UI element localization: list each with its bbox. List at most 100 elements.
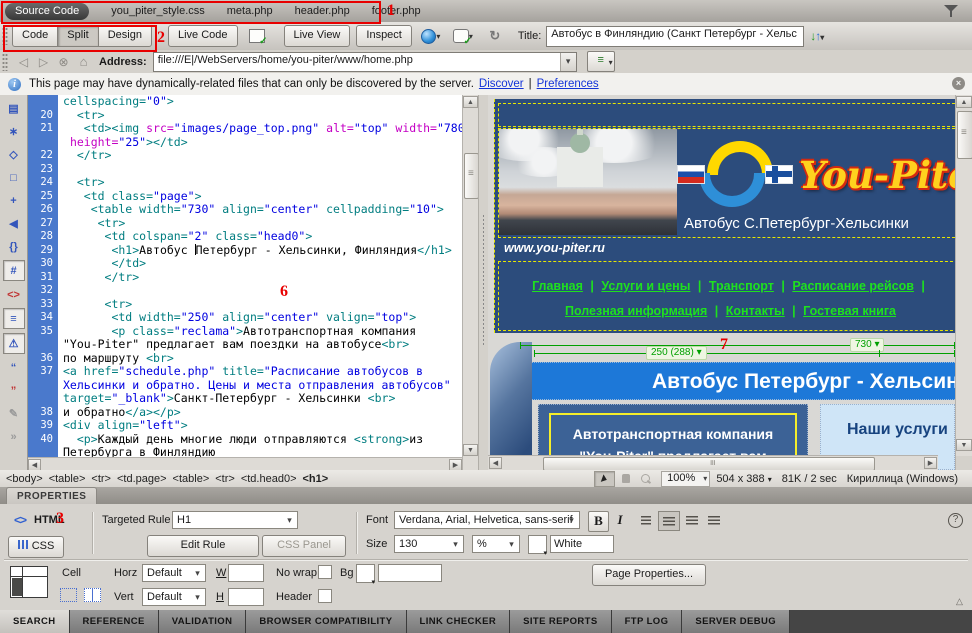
- code-line[interactable]: 40 <p>Каждый день многие люди отправляют…: [28, 433, 462, 447]
- address-input[interactable]: file:///E|/WebServers/home/you-piter/www…: [153, 52, 577, 72]
- source-code-tab[interactable]: Source Code: [5, 3, 89, 20]
- page-properties-button[interactable]: Page Properties...: [592, 564, 706, 586]
- warning-alerts-icon[interactable]: ⚠: [3, 333, 25, 354]
- code-line[interactable]: Хельсинки и обратно. Цены и места отправ…: [28, 379, 462, 393]
- properties-tab[interactable]: PROPERTIES: [6, 487, 97, 505]
- align-center-button[interactable]: [658, 511, 680, 531]
- results-tab-site-reports[interactable]: SITE REPORTS: [510, 610, 611, 633]
- hand-tool[interactable]: [616, 472, 635, 486]
- syntax-error-alerts-icon[interactable]: ≡: [3, 308, 25, 329]
- column-width-menu[interactable]: 250 (288) ▾: [646, 346, 707, 360]
- help-icon[interactable]: ?: [948, 513, 963, 528]
- expand-all-icon[interactable]: +: [4, 191, 24, 210]
- nav-link[interactable]: Расписание рейсов: [792, 279, 914, 293]
- code-line[interactable]: 36по маршруту <br>: [28, 352, 462, 366]
- header-checkbox[interactable]: [318, 589, 332, 603]
- live-view-button[interactable]: Live View: [284, 25, 351, 47]
- related-file-tab[interactable]: meta.php: [227, 5, 273, 17]
- nav-link[interactable]: Полезная информация: [565, 304, 707, 318]
- italic-button[interactable]: I: [612, 511, 628, 530]
- format-source-code-icon[interactable]: ✎: [4, 404, 24, 423]
- results-tab-link-checker[interactable]: LINK CHECKER: [407, 610, 511, 633]
- scroll-right-icon[interactable]: ▶: [449, 459, 462, 471]
- scroll-right-icon[interactable]: ▶: [924, 457, 937, 469]
- nav-link[interactable]: Гостевая книга: [803, 304, 896, 318]
- preferences-link[interactable]: Preferences: [537, 78, 599, 90]
- no-wrap-checkbox[interactable]: [318, 565, 332, 579]
- code-line[interactable]: 27 <tr>: [28, 217, 462, 231]
- scrollbar-thumb[interactable]: [957, 111, 972, 159]
- preview-in-browser-button[interactable]: ▾: [418, 25, 444, 47]
- edit-rule-button[interactable]: Edit Rule: [147, 535, 259, 557]
- align-left-button[interactable]: [636, 511, 656, 529]
- home-icon[interactable]: ⌂: [77, 54, 90, 69]
- related-file-tab[interactable]: you_piter_style.css: [111, 5, 205, 17]
- scroll-down-icon[interactable]: ▼: [463, 444, 478, 456]
- code-editor[interactable]: cellspacing="0">20 <tr>21 <td><img src="…: [28, 95, 462, 457]
- open-documents-icon[interactable]: ▤: [4, 99, 24, 118]
- design-horizontal-scrollbar[interactable]: ◀ ▶: [488, 455, 938, 470]
- filter-icon[interactable]: [944, 5, 958, 17]
- code-line[interactable]: 23: [28, 163, 462, 177]
- results-tab-ftp-log[interactable]: FTP LOG: [612, 610, 683, 633]
- code-line[interactable]: 38и обратно</a></p>: [28, 406, 462, 420]
- scroll-down-icon[interactable]: ▼: [956, 439, 972, 451]
- code-line[interactable]: Петербурга в Финляндию: [28, 446, 462, 457]
- code-line[interactable]: 26 <table width="730" align="center" cel…: [28, 203, 462, 217]
- related-file-tab[interactable]: footer.php: [372, 5, 421, 17]
- tag-selector-item[interactable]: <tr>: [215, 473, 235, 485]
- horz-select[interactable]: Default ▾: [142, 564, 206, 582]
- more-options-icon[interactable]: »: [4, 427, 24, 446]
- tag-selector-item[interactable]: <body>: [6, 473, 43, 485]
- code-line[interactable]: 21 <td><img src="images/page_top.png" al…: [28, 122, 462, 136]
- code-line[interactable]: 34 <td width="250" align="center" valign…: [28, 311, 462, 325]
- collapse-full-tag-icon[interactable]: ◇: [4, 145, 24, 164]
- code-line[interactable]: 33 <tr>: [28, 298, 462, 312]
- font-select[interactable]: Verdana, Arial, Helvetica, sans-serif ▾: [394, 511, 580, 529]
- split-view-button[interactable]: Split: [57, 25, 98, 47]
- align-right-button[interactable]: [682, 511, 702, 529]
- tag-selector-item[interactable]: <tr>: [91, 473, 111, 485]
- nav-link[interactable]: Главная: [532, 279, 583, 293]
- code-line[interactable]: 24 <tr>: [28, 176, 462, 190]
- back-icon[interactable]: ◁: [17, 55, 30, 69]
- table-width-bar-outer[interactable]: 730 ▾: [520, 345, 955, 346]
- code-line[interactable]: 22 </tr>: [28, 149, 462, 163]
- code-vertical-scrollbar[interactable]: ▲ ▼: [462, 95, 479, 470]
- nav-link[interactable]: Контакты: [726, 304, 785, 318]
- zoom-level-select[interactable]: 100%▾: [661, 471, 710, 487]
- code-horizontal-scrollbar[interactable]: ◀ ▶: [28, 457, 462, 471]
- split-cell-icon[interactable]: [84, 588, 101, 602]
- forward-icon[interactable]: ▷: [37, 55, 50, 69]
- collapse-selection-icon[interactable]: □: [4, 168, 24, 187]
- tag-selector-item[interactable]: <table>: [173, 473, 210, 485]
- code-line[interactable]: 37<a href="schedule.php" title="Расписан…: [28, 365, 462, 379]
- color-value-input[interactable]: White: [550, 535, 614, 553]
- bg-color-input[interactable]: [378, 564, 442, 582]
- targeted-rule-select[interactable]: H1 ▾: [172, 511, 298, 529]
- size-select[interactable]: 130 ▾: [394, 535, 464, 553]
- close-icon[interactable]: ×: [952, 77, 965, 90]
- bg-color-swatch[interactable]: [356, 564, 375, 583]
- apply-comment-icon[interactable]: “: [4, 358, 24, 377]
- validate-markup-button[interactable]: ▾: [450, 25, 476, 47]
- table-width-bar-column[interactable]: 250 (288) ▾: [534, 353, 955, 354]
- stop-icon[interactable]: ⊗: [57, 55, 70, 69]
- code-line[interactable]: 35 <p class="reclama">Автотранспортная к…: [28, 325, 462, 339]
- code-line[interactable]: target="_blank">Санкт-Петербург - Хельси…: [28, 392, 462, 406]
- cell-width-input[interactable]: [228, 564, 264, 582]
- code-line[interactable]: 28 <td colspan="2" class="head0">: [28, 230, 462, 244]
- scroll-left-icon[interactable]: ◀: [28, 459, 41, 471]
- highlight-invalid-code-icon[interactable]: <>: [4, 285, 24, 304]
- results-tab-server-debug[interactable]: SERVER DEBUG: [682, 610, 790, 633]
- balance-braces-icon[interactable]: {}: [4, 237, 24, 256]
- code-line[interactable]: 31 </tr>: [28, 271, 462, 285]
- scrollbar-thumb[interactable]: [543, 457, 875, 470]
- line-numbers-icon[interactable]: #: [3, 260, 25, 281]
- discover-link[interactable]: Discover: [479, 78, 524, 90]
- nav-link[interactable]: Услуги и цены: [601, 279, 690, 293]
- design-view[interactable]: You-Piter Автобус С.Петербург-Хельсинки …: [488, 95, 955, 470]
- inspect-button[interactable]: Inspect: [356, 25, 411, 47]
- check-page-icon[interactable]: [244, 25, 270, 47]
- remove-comment-icon[interactable]: ”: [4, 381, 24, 400]
